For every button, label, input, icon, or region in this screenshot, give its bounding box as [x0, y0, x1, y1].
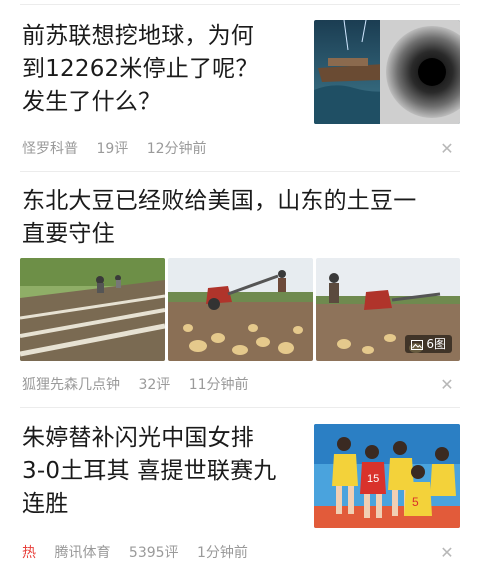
potato-harvester-image	[168, 258, 313, 361]
publish-time: 12分钟前	[146, 141, 207, 157]
hot-badge: 热	[22, 545, 36, 561]
svg-text:15: 15	[367, 473, 379, 485]
divider-2	[20, 407, 460, 408]
well-ship-image	[314, 20, 460, 124]
close-icon[interactable]: ✕	[440, 141, 454, 157]
source-label[interactable]: 腾讯体育	[54, 545, 110, 561]
image-gallery-icon	[411, 340, 424, 350]
feed-item-meta: 热 腾讯体育 5395评 1分钟前	[22, 544, 262, 562]
feed-item-image-2[interactable]	[168, 258, 313, 361]
image-count-badge: 6图	[405, 335, 452, 353]
divider-top	[20, 4, 460, 5]
comment-count: 5395评	[128, 545, 179, 561]
feed-item-meta: 怪罗科普 19评 12分钟前	[22, 140, 221, 158]
divider-1	[20, 171, 460, 172]
comment-count: 32评	[138, 377, 171, 393]
feed-item-title[interactable]: 前苏联想挖地球，为何 到12262米停止了呢？ 发生了什么？	[22, 20, 292, 119]
close-icon[interactable]: ✕	[440, 545, 454, 561]
feed-item-meta: 狐狸先森几点钟 32评 11分钟前	[22, 376, 263, 394]
potato-field-image	[20, 258, 165, 361]
feed-item-title[interactable]: 朱婷替补闪光中国女排 3-0土耳其 喜提世联赛九 连胜	[22, 422, 307, 521]
source-label[interactable]: 怪罗科普	[22, 141, 78, 157]
source-label[interactable]: 狐狸先森几点钟	[22, 377, 120, 393]
volleyball-team-image: 15 5	[314, 424, 460, 528]
feed-item-thumbnail[interactable]: 15 5	[314, 424, 460, 528]
comment-count: 19评	[96, 141, 129, 157]
svg-text:5: 5	[412, 495, 419, 509]
feed-item-image-3[interactable]: 6图	[316, 258, 460, 361]
close-icon[interactable]: ✕	[440, 377, 454, 393]
feed-item-title[interactable]: 东北大豆已经败给美国，山东的土豆一 直要守住	[22, 185, 462, 251]
feed-item-image-1[interactable]	[20, 258, 165, 361]
publish-time: 11分钟前	[188, 377, 249, 393]
publish-time: 1分钟前	[197, 545, 248, 561]
feed-item-thumbnail[interactable]	[314, 20, 460, 124]
